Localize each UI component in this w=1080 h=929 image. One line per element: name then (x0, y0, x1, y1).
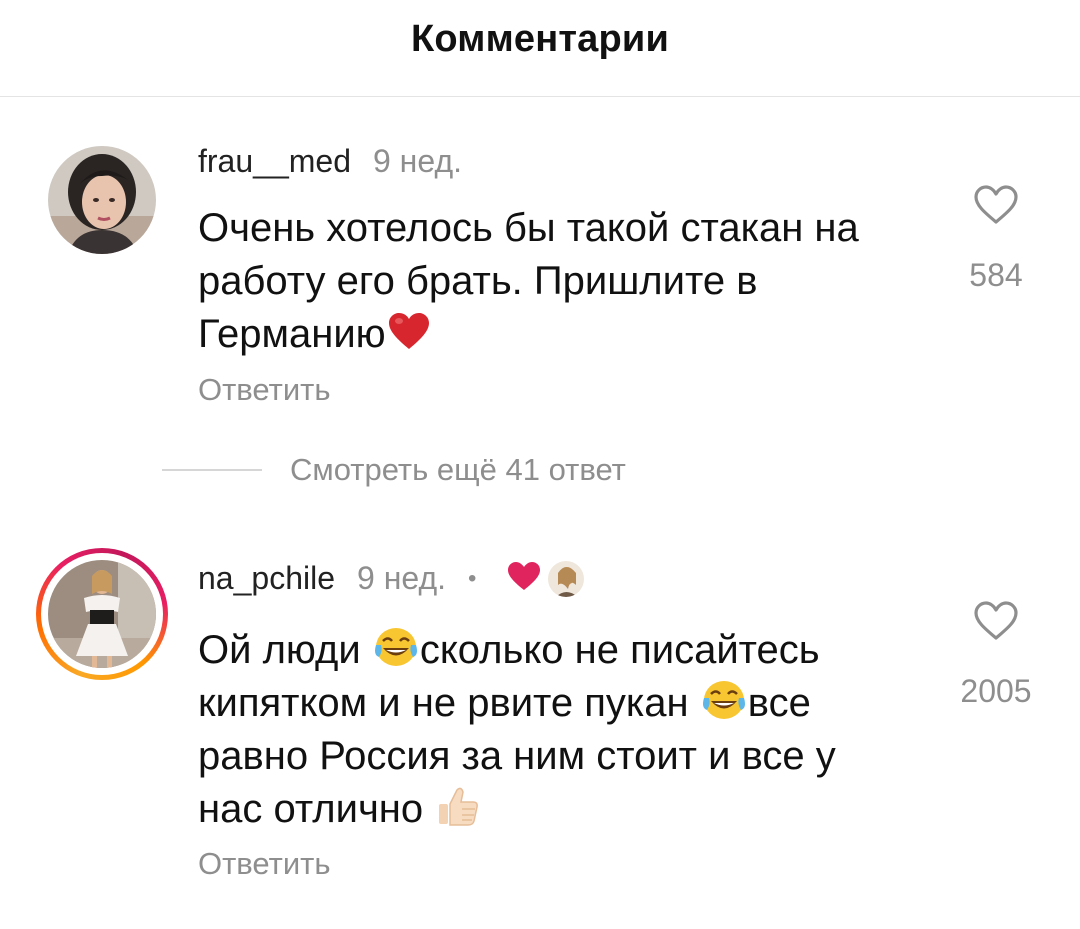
comment-line: равно Россия за ним стоит и все у (198, 734, 836, 778)
reply-button[interactable]: Ответить (198, 846, 331, 882)
replies-divider (162, 469, 262, 471)
view-replies-link[interactable]: Смотреть ещё 41 ответ (162, 452, 626, 488)
like-button[interactable]: 2005 (960, 600, 1032, 710)
page-title: Комментарии (410, 17, 670, 60)
reply-button[interactable]: Ответить (198, 372, 331, 408)
comment-meta: na_pchile 9 нед. • (198, 560, 585, 597)
header: Комментарии (0, 0, 1080, 97)
comment-line-with-emoji: Ой люди сколько не писайтесь (198, 624, 918, 677)
separator-dot: • (468, 564, 477, 592)
comment-line: все (747, 681, 811, 725)
timestamp: 9 нед. (357, 560, 447, 596)
red-heart-icon (387, 311, 431, 351)
face-with-tears-of-joy-icon (701, 678, 747, 722)
username[interactable]: na_pchile (198, 560, 335, 597)
comment-line-with-emoji: Германию (198, 308, 918, 361)
creator-avatar (548, 560, 585, 597)
thumbs-up-icon (435, 784, 481, 828)
comment-line-with-emoji: кипятком и не рвите пукан все (198, 677, 918, 730)
like-count: 2005 (960, 673, 1032, 709)
like-button[interactable]: 584 (966, 184, 1026, 294)
creator-liked-badge (506, 560, 585, 597)
comment-line: сколько не писайтесь (419, 628, 820, 672)
view-replies-label[interactable]: Смотреть ещё 41 ответ (290, 452, 626, 488)
face-with-tears-of-joy-icon (373, 625, 419, 669)
comment-line: работу его брать. Пришлите в (198, 259, 758, 303)
comment-line: Очень хотелось бы такой стакан на (198, 206, 859, 250)
heart-outline-icon[interactable] (972, 184, 1020, 231)
comment-line-with-emoji: нас отлично (198, 783, 918, 836)
comment-text: Очень хотелось бы такой стакан на работу… (198, 202, 918, 361)
timestamp: 9 нед. (372, 143, 462, 179)
red-heart-icon (506, 560, 542, 597)
comment-text: Ой люди сколько не писайтесь кипятком и … (198, 624, 918, 836)
comment-meta: frau__med 9 нед. (198, 143, 462, 180)
like-count: 584 (969, 257, 1023, 293)
comments-screen: Комментарии frau__med 9 нед. Очень хотел… (0, 0, 1080, 929)
comment-line: нас отлично (198, 787, 435, 831)
avatar[interactable] (48, 560, 156, 668)
comment-line: кипятком и не рвите пукан (198, 681, 700, 725)
avatar[interactable] (48, 146, 156, 254)
comment-line: Германию (198, 312, 386, 356)
username[interactable]: frau__med (198, 143, 351, 180)
heart-outline-icon[interactable] (972, 600, 1020, 647)
comment-line: Ой люди (198, 628, 372, 672)
